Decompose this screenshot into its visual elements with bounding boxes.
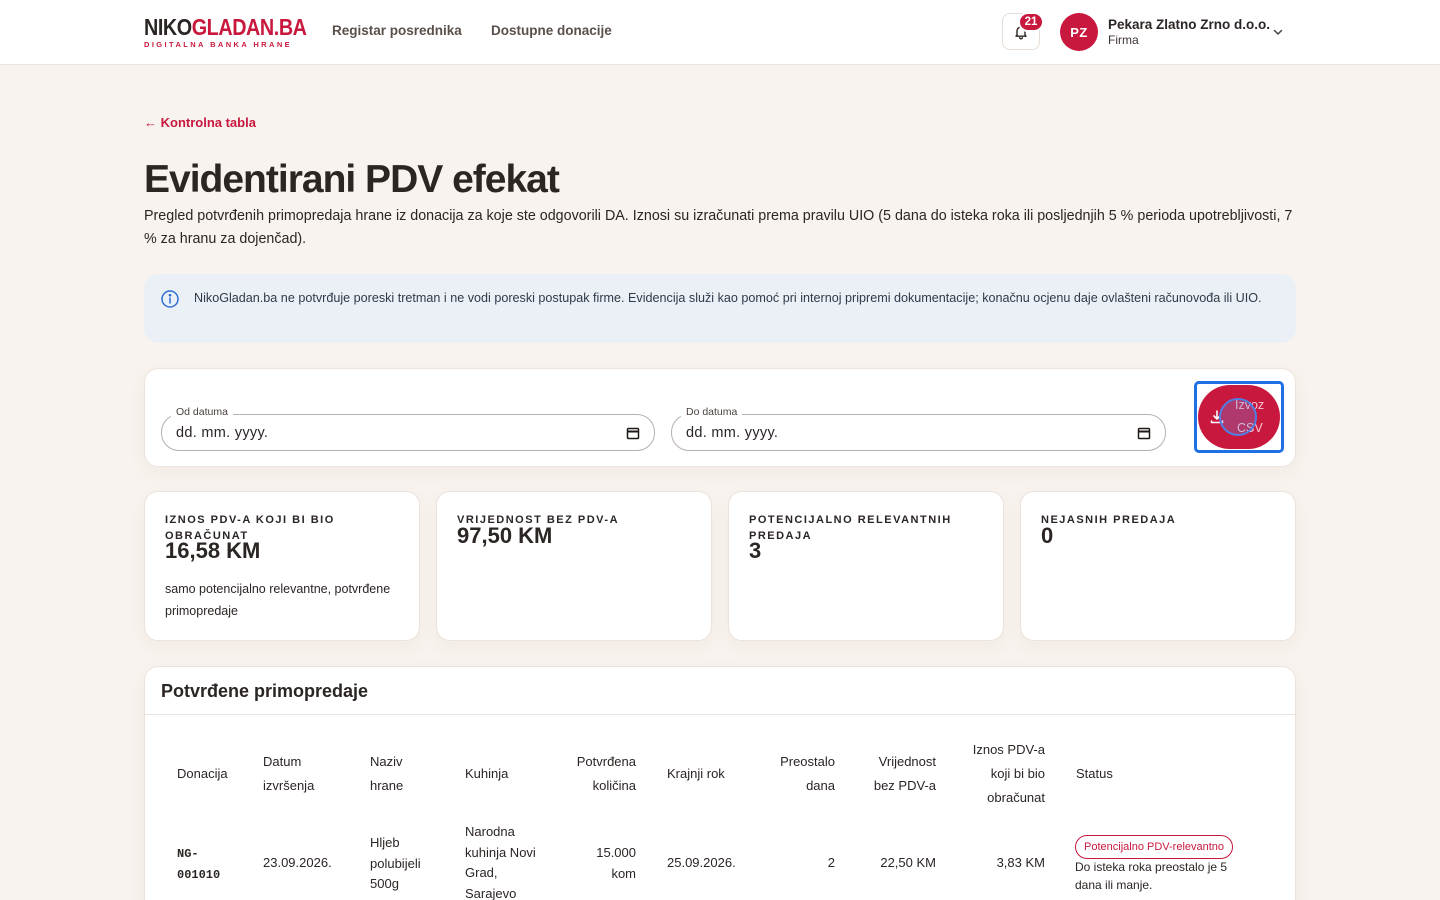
column-header-donacija: Donacija [177,766,228,781]
cell-quantity: 15.000 kom [596,845,636,881]
cell-food-name: Hljeb polubijeli 500g [370,835,421,891]
logo-part-gladan: GLADAN [191,14,274,40]
stat-value: 3 [749,538,762,563]
back-link-kontrolna-tabla[interactable]: ← Kontrolna tabla [144,115,256,130]
page-description: Pregled potvrđenih primopredaja hrane iz… [144,208,1293,247]
stat-value: 16,58 KM [165,538,261,563]
cell-date: 23.09.2026. [263,855,332,870]
logo-part-ba: .BA [273,14,307,40]
column-header-naziv: Naziv hrane [370,754,404,793]
calendar-icon[interactable] [626,426,640,440]
column-header-kolicina: Potvrđena količina [576,754,636,793]
nav-link-registar-posrednika[interactable]: Registar posrednika [332,23,462,38]
logo-wordmark: NIKOGLADAN.BA [144,16,307,39]
stat-card-unclear-handovers: NEJASNIH PREDAJA 0 [1020,491,1296,641]
cell-days-left: 2 [827,855,835,870]
stat-label: NEJASNIH PREDAJA [1041,514,1177,526]
column-header-vrijednost: Vrijednost bez PDV-a [873,754,936,793]
status-badge: Potencijalno PDV-relevantno [1075,835,1234,859]
notifications-count-badge: 21 [1018,12,1044,32]
user-role: Firma [1108,33,1139,47]
info-banner-text: NikoGladan.ba ne potvrđuje poreski tretm… [194,291,1262,305]
cell-vat-amount: 3,83 KM [996,855,1045,870]
date-from-value[interactable]: dd. mm. yyyy. [176,425,268,441]
cell-kitchen: Narodna kuhinja Novi Grad, Sarajevo [465,824,536,900]
cursor-highlight [1219,398,1257,436]
stat-value: 97,50 KM [457,523,553,548]
date-filter-panel: Od datuma dd. mm. yyyy. Do datuma dd. mm… [144,368,1296,467]
handovers-table-card: Potvrđene primopredaje Donacija Datum iz… [144,666,1296,900]
status-note: Do isteka roka preostalo je 5 dana ili m… [1075,860,1228,892]
date-from-field[interactable]: Od datuma dd. mm. yyyy. [161,406,655,451]
table-title: Potvrđene primopredaje [161,681,369,701]
top-navigation-bar: NIKOGLADAN.BA DIGITALNA BANKA HRANE Regi… [0,0,1440,65]
info-banner: NikoGladan.ba ne potvrđuje poreski tretm… [144,274,1296,343]
logo-tagline: DIGITALNA BANKA HRANE [144,40,293,49]
cell-net-value: 22,50 KM [880,855,936,870]
logo[interactable]: NIKOGLADAN.BA DIGITALNA BANKA HRANE [144,16,333,50]
column-header-iznos-pdv: Iznos PDV-a koji bi bio obračunat [972,742,1045,805]
column-header-status: Status [1076,766,1113,781]
column-header-kuhinja: Kuhinja [465,766,509,781]
info-icon [161,290,179,308]
nav-link-dostupne-donacije[interactable]: Dostupne donacije [491,23,612,38]
logo-part-niko: NIKO [144,14,192,40]
stat-value: 0 [1041,523,1054,548]
stat-card-relevant-handovers: POTENCIJALNO RELEVANTNIH PREDAJA 3 [728,491,1004,641]
column-header-preostalo: Preostalo dana [780,754,835,793]
user-name[interactable]: Pekara Zlatno Zrno d.o.o. [1108,17,1270,32]
page-title: Evidentirani PDV efekat [144,158,560,201]
stat-card-vat-amount: IZNOS PDV-A KOJI BI BIO OBRAČUNAT 16,58 … [144,491,420,641]
date-from-label: Od datuma [171,406,233,418]
column-header-krajnji-rok: Krajnji rok [667,766,725,781]
date-to-label: Do datuma [681,406,743,418]
date-to-value[interactable]: dd. mm. yyyy. [686,425,778,441]
stat-label: POTENCIJALNO RELEVANTNIH PREDAJA [749,514,952,542]
stat-note: samo potencijalno relevantne, potvrđene … [165,582,391,618]
stat-card-net-value: VRIJEDNOST BEZ PDV-A 97,50 KM [436,491,712,641]
avatar[interactable]: PZ [1060,13,1098,51]
chevron-down-icon[interactable] [1271,25,1285,39]
cell-donation-id[interactable]: NG-001010 [177,844,237,885]
date-to-field[interactable]: Do datuma dd. mm. yyyy. [671,406,1166,451]
calendar-icon[interactable] [1137,426,1151,440]
divider [145,714,1295,715]
export-csv-button[interactable]: Izvoz CSV [1198,385,1280,449]
column-header-datum: Datum izvršenja [263,754,315,793]
cell-deadline: 25.09.2026. [667,855,736,870]
